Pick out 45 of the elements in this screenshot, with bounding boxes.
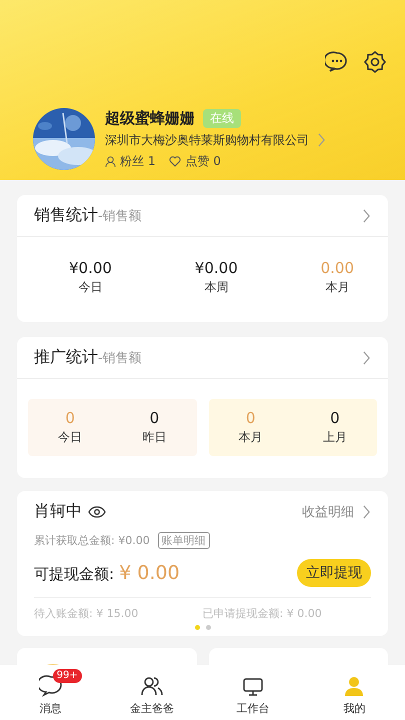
stat-value: ¥0.00: [194, 259, 238, 277]
stat-label: 本月: [238, 429, 263, 446]
chat-icon[interactable]: [325, 50, 349, 74]
tab-item[interactable]: 金主爸爸: [101, 665, 202, 720]
chevron-right-icon[interactable]: [362, 350, 371, 364]
user-name: 超级蜜蜂姗姗: [105, 108, 195, 128]
chevron-right-icon[interactable]: [362, 208, 371, 222]
likes-count: 点赞 0: [185, 152, 221, 170]
stat-value: 0: [65, 409, 75, 427]
stat-label: 本周: [204, 279, 228, 296]
page-dot[interactable]: [194, 625, 200, 630]
card-title: 推广统计-销售额: [34, 347, 142, 368]
status-badge: 在线: [203, 108, 241, 128]
tab-item[interactable]: 我的: [304, 665, 405, 720]
stat-label: 本月: [325, 279, 350, 296]
stat-value: 0.00: [320, 259, 354, 277]
chevron-right-icon[interactable]: [362, 504, 371, 518]
total-amount: 累计获取总金额: ¥0.00: [34, 533, 150, 548]
applied-amount: 已申请提现金额: ¥ 0.00: [202, 606, 323, 621]
company-name[interactable]: 深圳市大梅沙奥特莱斯购物村有限公司: [105, 132, 309, 148]
person-icon: [105, 156, 116, 166]
heart-icon: [169, 156, 182, 166]
page-dot[interactable]: [206, 625, 210, 630]
settings-icon[interactable]: [363, 50, 387, 74]
stat-label: 昨日: [142, 429, 166, 446]
stat-value: ¥0.00: [69, 259, 112, 277]
wallet-name: 肖轲中: [34, 501, 82, 522]
stat-label: 今日: [58, 429, 82, 446]
tab-item[interactable]: 消息 99+: [0, 665, 102, 720]
fans-count: 粉丝 1: [120, 152, 156, 170]
chevron-right-icon[interactable]: [317, 133, 326, 147]
stat-label: 上月: [322, 429, 347, 446]
pending-amount: 待入账金额: ¥ 15.00: [34, 606, 140, 621]
withdraw-button[interactable]: 立即提现: [297, 559, 371, 587]
withdrawable-label: 可提现金额:: [34, 565, 114, 583]
stat-value: 0: [330, 409, 340, 427]
tab-item[interactable]: 工作台: [202, 665, 304, 720]
count-badge: 99+: [52, 669, 82, 683]
stat-value: 0: [246, 409, 256, 427]
stat-label: 今日: [78, 279, 102, 296]
card-title: 销售统计-销售额: [34, 205, 142, 226]
income-detail-link[interactable]: 收益明细: [302, 502, 354, 520]
eye-icon[interactable]: [88, 506, 106, 518]
withdrawable-amount: ¥ 0.00: [119, 562, 180, 584]
stat-value: 0: [150, 409, 160, 427]
